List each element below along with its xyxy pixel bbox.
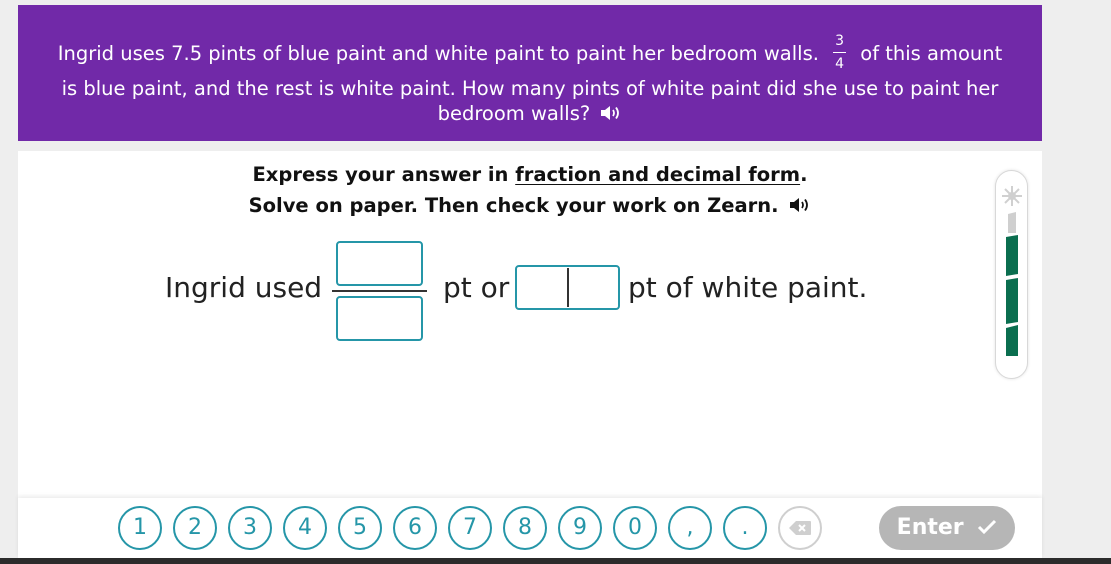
progress-graphic [1002,186,1022,356]
key-2[interactable]: 2 [173,506,217,550]
keypad: 1 2 3 4 5 6 7 8 9 0 , . Enter [18,498,1042,558]
question-fraction: 3 4 [833,33,847,72]
backspace-key[interactable] [778,506,822,550]
fraction-decimal-form-link[interactable]: fraction and decimal form [515,163,800,186]
numerator-input[interactable] [336,241,423,286]
question-line-3: bedroom walls? [18,102,1042,125]
question-text-3: bedroom walls? [437,102,591,125]
key-0[interactable]: 0 [613,506,657,550]
key-4[interactable]: 4 [283,506,327,550]
key-3[interactable]: 3 [228,506,272,550]
question-fraction-denominator: 4 [835,56,845,72]
question-line-2: is blue paint, and the rest is white pai… [61,77,999,100]
sparkle-icon [1002,186,1022,206]
key-6[interactable]: 6 [393,506,437,550]
key-decimal[interactable]: . [723,506,767,550]
progress-segment-filled [1006,278,1018,324]
bottom-bar [0,558,1111,564]
question-text-1: Ingrid uses 7.5 pints of blue paint and … [57,42,819,65]
answer-prefix: Ingrid used [165,271,323,304]
answer-fraction-bar [332,290,427,292]
progress-segment-empty [1008,212,1016,233]
key-9[interactable]: 9 [558,506,602,550]
instruction-prefix: Express your answer in [252,163,516,186]
denominator-input[interactable] [336,296,423,341]
decimal-divider [567,268,569,307]
checkmark-icon [978,519,997,535]
instruction-suffix: . [800,163,808,186]
work-area: Express your answer in fraction and deci… [18,151,1042,498]
speaker-icon[interactable] [789,196,811,214]
speaker-icon[interactable] [600,104,622,122]
instruction-line-1: Express your answer in fraction and deci… [18,163,1042,186]
enter-button[interactable]: Enter [879,506,1015,550]
key-1[interactable]: 1 [118,506,162,550]
backspace-icon [789,521,811,535]
key-7[interactable]: 7 [448,506,492,550]
key-8[interactable]: 8 [503,506,547,550]
enter-label: Enter [896,515,964,540]
key-5[interactable]: 5 [338,506,382,550]
question-line-1: Ingrid uses 7.5 pints of blue paint and … [18,33,1042,74]
question-banner: Ingrid uses 7.5 pints of blue paint and … [18,5,1042,141]
question-fraction-numerator: 3 [833,33,847,53]
instruction-text-2: Solve on paper. Then check your work on … [248,194,779,217]
answer-suffix: pt of white paint. [628,271,868,304]
progress-meter [995,170,1028,379]
progress-segment-filled [1006,325,1018,356]
instruction-line-2: Solve on paper. Then check your work on … [18,194,1042,217]
answer-middle: pt or [443,271,510,304]
key-comma[interactable]: , [668,506,712,550]
progress-segment-filled [1006,235,1018,276]
question-text-1b: of this amount [860,42,1003,65]
